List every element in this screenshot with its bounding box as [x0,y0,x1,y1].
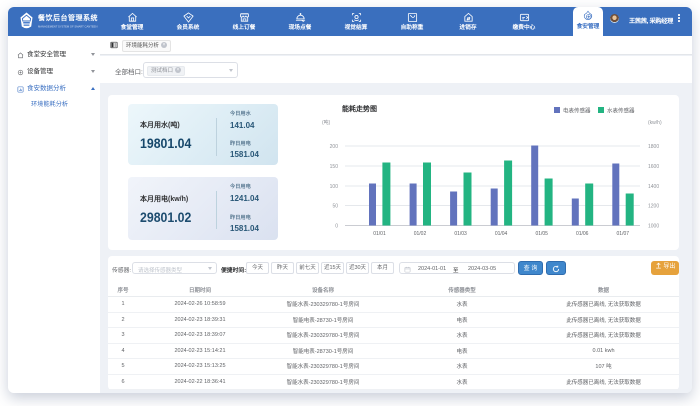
svg-text:50: 50 [332,204,338,210]
svg-text:01/07: 01/07 [617,231,630,237]
svg-text:1800: 1800 [648,144,659,150]
svg-text:电表传感器: 电表传感器 [563,107,591,115]
svg-text:150: 150 [330,164,339,170]
svg-text:0: 0 [335,224,338,230]
svg-text:01/04: 01/04 [495,231,508,237]
svg-text:200: 200 [330,144,339,150]
svg-text:01/05: 01/05 [535,231,548,237]
svg-text:01/01: 01/01 [373,231,386,237]
svg-text:01/02: 01/02 [414,231,427,237]
svg-text:100: 100 [330,184,339,190]
svg-text:(kw/h): (kw/h) [648,120,662,126]
svg-text:(吨): (吨) [322,119,331,126]
svg-text:01/06: 01/06 [576,231,589,237]
svg-text:1600: 1600 [648,164,659,170]
svg-text:水表传感器: 水表传感器 [607,107,635,115]
svg-text:1200: 1200 [648,204,659,210]
svg-text:1000: 1000 [648,224,659,230]
svg-text:1400: 1400 [648,184,659,190]
svg-text:01/03: 01/03 [454,231,467,237]
